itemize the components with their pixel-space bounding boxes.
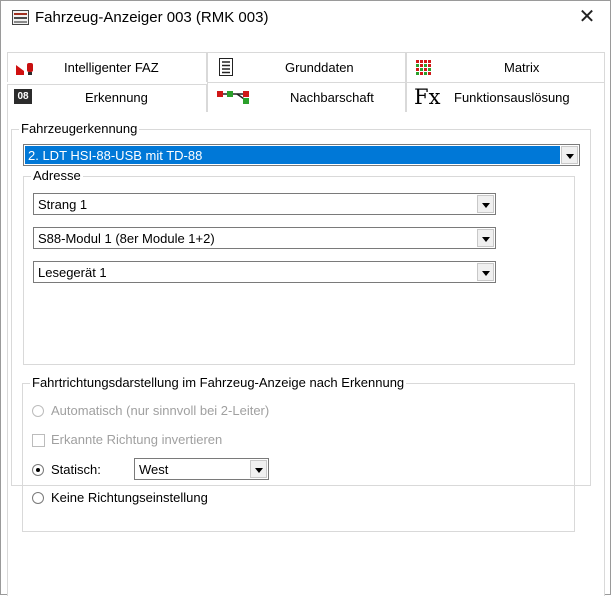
- dialog-window: Fahrzeug-Anzeiger 003 (RMK 003) ✕ Intell…: [0, 0, 611, 596]
- fx-function-icon: Fx: [414, 85, 441, 109]
- lesegeraet-select[interactable]: Lesegerät 1: [33, 261, 496, 283]
- chevron-down-icon[interactable]: [477, 195, 494, 213]
- radio-button[interactable]: [32, 405, 44, 417]
- radio-keine-label: Keine Richtungseinstellung: [51, 490, 208, 505]
- tab-erkennung[interactable]: 08 Erkennung: [7, 84, 207, 112]
- erkennung-device-value: 2. LDT HSI-88-USB mit TD-88: [28, 148, 203, 163]
- tab-grunddaten[interactable]: Grunddaten: [207, 52, 406, 82]
- modul-select[interactable]: S88-Modul 1 (8er Module 1+2): [33, 227, 496, 249]
- chevron-down-icon[interactable]: [477, 263, 494, 281]
- radio-automatisch-label: Automatisch (nur sinnvoll bei 2-Leiter): [51, 403, 270, 418]
- checkbox-invertieren-label: Erkannte Richtung invertieren: [51, 432, 223, 447]
- strang-value: Strang 1: [38, 197, 88, 212]
- tab-funktionsausloesung[interactable]: Fx Funktionsauslösung: [406, 82, 605, 112]
- lesegeraet-value: Lesegerät 1: [38, 265, 107, 280]
- chevron-down-icon[interactable]: [561, 146, 578, 164]
- tab-label: Nachbarschaft: [290, 90, 374, 105]
- checkbox[interactable]: [32, 434, 45, 447]
- tab-label: Grunddaten: [285, 60, 354, 75]
- network-nodes-icon: [217, 91, 249, 104]
- fahrtrichtung-legend: Fahrtrichtungsdarstellung im Fahrzeug-An…: [30, 375, 407, 390]
- richtung-value: West: [139, 462, 169, 477]
- modul-value: S88-Modul 1 (8er Module 1+2): [38, 231, 215, 246]
- radio-statisch-label: Statisch:: [51, 462, 101, 477]
- radio-button[interactable]: [32, 492, 44, 504]
- tab-row-2: 08 Erkennung Nachbarschaft Fx Funktionsa…: [7, 82, 605, 112]
- 08-badge-icon: 08: [14, 89, 32, 104]
- tab-intelligenter-faz[interactable]: Intelligenter FAZ: [7, 52, 207, 82]
- adresse-legend: Adresse: [31, 168, 83, 183]
- strang-select[interactable]: Strang 1: [33, 193, 496, 215]
- red-signal-icon: [16, 63, 33, 75]
- title-bar[interactable]: Fahrzeug-Anzeiger 003 (RMK 003) ✕: [1, 1, 610, 35]
- richtung-select[interactable]: West: [134, 458, 269, 480]
- erkennung-device-select[interactable]: 2. LDT HSI-88-USB mit TD-88: [23, 144, 580, 166]
- matrix-grid-icon: [416, 60, 431, 75]
- document-lines-icon: [219, 58, 233, 76]
- close-icon[interactable]: ✕: [564, 1, 610, 35]
- window-title: Fahrzeug-Anzeiger 003 (RMK 003): [35, 9, 269, 26]
- radio-button[interactable]: [32, 464, 44, 476]
- fahrzeugerkennung-legend: Fahrzeugerkennung: [19, 121, 140, 136]
- tab-nachbarschaft[interactable]: Nachbarschaft: [207, 82, 406, 112]
- tab-matrix[interactable]: Matrix: [406, 52, 605, 82]
- wdp-app-icon: [12, 10, 29, 25]
- chevron-down-icon[interactable]: [477, 229, 494, 247]
- tab-label: Matrix: [504, 60, 540, 75]
- tab-row-1: Intelligenter FAZ Grunddaten Matrix: [7, 52, 605, 82]
- tab-label: Intelligenter FAZ: [64, 60, 159, 75]
- chevron-down-icon[interactable]: [250, 460, 267, 478]
- tab-label: Erkennung: [85, 90, 148, 105]
- tab-label: Funktionsauslösung: [454, 90, 570, 105]
- fahrtrichtung-group: Fahrtrichtungsdarstellung im Fahrzeug-An…: [22, 375, 575, 532]
- adresse-group: Adresse Strang 1 S88-Modul 1 (8er Module…: [23, 168, 575, 365]
- tab-page-erkennung: Fahrzeugerkennung 2. LDT HSI-88-USB mit …: [7, 112, 605, 596]
